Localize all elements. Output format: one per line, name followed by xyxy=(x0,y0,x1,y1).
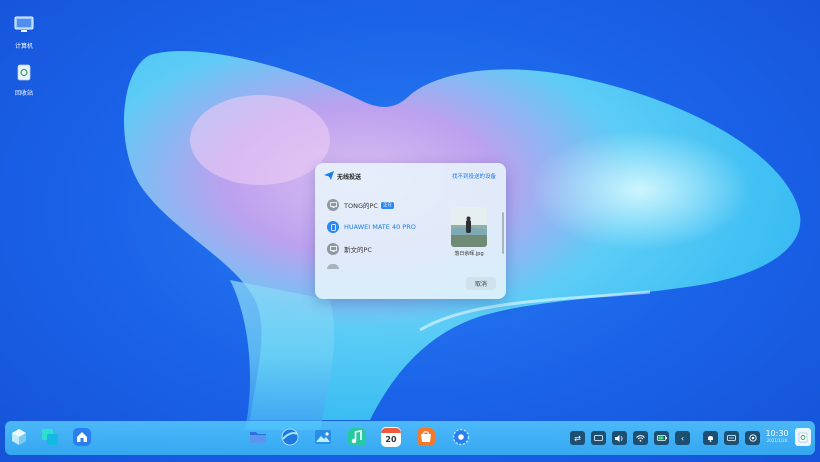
calendar-button[interactable]: 20 xyxy=(381,427,401,447)
gallery-icon xyxy=(315,430,331,444)
device-name: TONG的PC xyxy=(344,202,378,210)
status-badge: 正在 xyxy=(380,201,394,209)
volume-icon xyxy=(615,434,623,442)
clock-time: 10:30 xyxy=(765,429,789,438)
browser-button[interactable] xyxy=(280,427,300,447)
device-item-tong-pc[interactable]: TONG的PC 正在 xyxy=(327,198,394,212)
power-icon xyxy=(748,434,757,442)
home-icon xyxy=(73,428,91,446)
device-item-siwen-pc[interactable]: 斯文的PC xyxy=(327,242,372,256)
partially-visible-device-icon xyxy=(327,264,339,269)
gallery-button[interactable] xyxy=(313,427,333,447)
send-icon xyxy=(324,171,334,180)
input-method-button[interactable] xyxy=(724,431,739,445)
battery-icon xyxy=(656,435,667,441)
monitor-icon xyxy=(327,243,339,255)
launcher-icon xyxy=(12,429,26,445)
settings-icon xyxy=(452,428,470,446)
wifi-icon xyxy=(636,434,645,442)
phone-icon xyxy=(327,221,339,233)
wifi-tray-button[interactable] xyxy=(633,431,648,445)
volume-tray-button[interactable] xyxy=(612,431,627,445)
app-store-button[interactable] xyxy=(416,427,436,447)
taskbar xyxy=(5,421,815,455)
share-icon: ⇄ xyxy=(574,433,581,443)
file-name: 落日余晖.jpg xyxy=(454,251,484,257)
trash-icon xyxy=(17,64,31,81)
trash-icon xyxy=(798,432,808,443)
clock[interactable]: 10:30 2021/1/20 xyxy=(765,429,789,443)
clock-date: 2021/1/20 xyxy=(766,438,788,443)
settings-button[interactable] xyxy=(451,427,471,447)
cancel-button[interactable]: 取消 xyxy=(466,277,496,290)
computer-icon xyxy=(14,16,34,32)
music-icon xyxy=(348,428,366,446)
desktop-icon-trash[interactable]: 回收站 xyxy=(7,62,41,97)
file-thumbnail xyxy=(451,207,487,247)
notification-icon xyxy=(708,436,713,442)
music-button[interactable] xyxy=(347,427,367,447)
file-manager-button[interactable] xyxy=(248,427,268,447)
desktop: 计算机 回收站 无线投送 找不到投送的设备 TONG的PC 正在 HUAWEI … xyxy=(0,0,820,462)
file-manager-icon xyxy=(250,432,266,443)
collapse-tray-button[interactable]: ‹ xyxy=(675,431,690,445)
device-item-huawei-mate[interactable]: HUAWEI MATE 40 PRO xyxy=(327,220,416,234)
power-button[interactable] xyxy=(745,431,760,445)
input-method-icon xyxy=(727,435,736,441)
launcher-button[interactable] xyxy=(9,427,29,447)
monitor-icon xyxy=(327,199,339,211)
device-name: HUAWEI MATE 40 PRO xyxy=(344,223,416,231)
device-list-scrollbar[interactable] xyxy=(502,212,504,254)
home-button[interactable] xyxy=(72,427,92,447)
multitask-button[interactable] xyxy=(40,427,60,447)
trash-dock-button[interactable] xyxy=(795,428,811,446)
keyboard-icon xyxy=(594,435,603,441)
help-link[interactable]: 找不到投送的设备 xyxy=(452,172,496,180)
share-tray-button[interactable]: ⇄ xyxy=(570,431,585,445)
desktop-icon-computer[interactable]: 计算机 xyxy=(7,15,41,50)
keyboard-tray-button[interactable] xyxy=(591,431,606,445)
device-name: 斯文的PC xyxy=(344,246,372,254)
battery-tray-button[interactable] xyxy=(654,431,669,445)
calendar-day: 20 xyxy=(385,434,397,444)
desktop-icon-label: 计算机 xyxy=(14,43,33,50)
desktop-icon-label: 回收站 xyxy=(14,90,33,97)
browser-icon xyxy=(281,428,299,446)
notification-button[interactable] xyxy=(703,431,718,445)
multitask-icon xyxy=(42,429,58,445)
app-store-icon xyxy=(417,428,435,446)
dialog-title: 无线投送 xyxy=(337,174,362,181)
collapse-icon: ‹ xyxy=(680,433,685,443)
